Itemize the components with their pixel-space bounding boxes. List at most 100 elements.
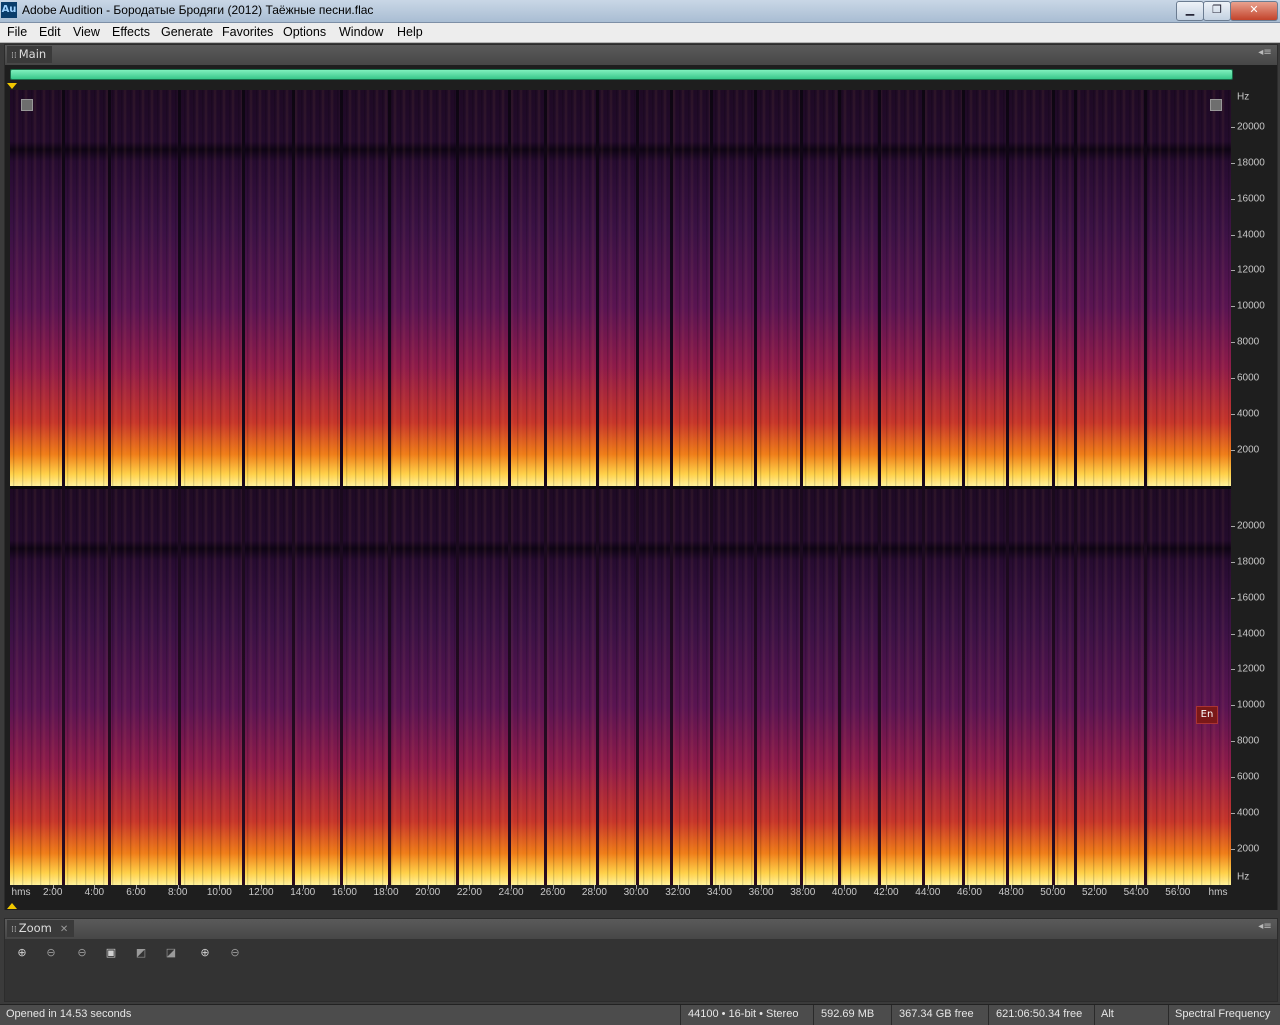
main-panel-header: ⁞⁞ Main ◂≡ — [4, 44, 1278, 66]
freq-label: 18000 — [1237, 157, 1265, 169]
track-gap — [1074, 90, 1077, 885]
zoom-to-selection-icon[interactable]: ▣ — [102, 945, 120, 961]
zoom-left-edge-icon[interactable]: ◩ — [132, 945, 150, 961]
status-separator — [1094, 1005, 1095, 1025]
track-gap — [1052, 90, 1055, 885]
freq-label: 8000 — [1237, 336, 1260, 348]
freq-tick — [1231, 126, 1235, 128]
freq-label: 12000 — [1237, 264, 1265, 276]
panel-menu-icon[interactable]: ◂≡ — [1257, 921, 1273, 935]
track-gap — [962, 90, 965, 885]
menu-favorites[interactable]: Favorites — [222, 25, 273, 39]
main-panel-tab[interactable]: ⁞⁞ Main — [7, 46, 53, 63]
freq-label: 2000 — [1237, 843, 1260, 855]
freq-tick — [1231, 306, 1235, 308]
track-gap — [754, 90, 757, 885]
status-message: Opened in 14.53 seconds — [6, 1008, 132, 1020]
freq-label: 6000 — [1237, 372, 1260, 384]
zoom-out-amplitude-icon[interactable]: ⊖ — [42, 945, 60, 961]
track-gap — [636, 90, 639, 885]
time-label: 52:00 — [1081, 887, 1107, 898]
playhead-bottom-icon[interactable] — [7, 903, 17, 909]
minimize-button[interactable]: ▁ — [1176, 1, 1204, 21]
freq-label: 16000 — [1237, 193, 1265, 205]
status-separator — [891, 1005, 892, 1025]
freq-tick — [1231, 813, 1235, 815]
time-label: 44:00 — [915, 887, 941, 898]
time-label: 38:00 — [790, 887, 816, 898]
time-label: 42:00 — [873, 887, 899, 898]
zoom-out-vertical-icon[interactable]: ⊖ — [226, 945, 244, 961]
track-gap — [292, 90, 295, 885]
track-gap — [456, 90, 459, 885]
time-label: 16:00 — [331, 887, 357, 898]
track-gap — [800, 90, 803, 885]
menu-generate[interactable]: Generate — [161, 25, 213, 39]
freq-label: 10000 — [1237, 699, 1265, 711]
channel-right-spectrum[interactable] — [10, 489, 1231, 885]
track-gap — [878, 90, 881, 885]
menu-options[interactable]: Options — [283, 25, 326, 39]
zoom-panel-tab[interactable]: ⁞⁞ Zoom ✕ — [7, 920, 75, 937]
status-separator — [680, 1005, 681, 1025]
frequency-ruler[interactable]: Hz Hz 20000 18000 16000 14000 12000 10000 8000 60… — [1231, 90, 1276, 885]
zoom-in-amplitude-icon[interactable]: ⊕ — [13, 945, 31, 961]
corner-marker-right-icon[interactable] — [1210, 99, 1222, 111]
freq-label: 8000 — [1237, 735, 1260, 747]
maximize-button[interactable]: ❐ — [1203, 1, 1231, 21]
track-gap — [508, 90, 511, 885]
freq-label: 16000 — [1237, 592, 1265, 604]
zoom-right-edge-icon[interactable]: ◪ — [162, 945, 180, 961]
time-label: 12:00 — [248, 887, 274, 898]
channel-left-spectrum[interactable] — [10, 90, 1231, 486]
freq-tick — [1231, 597, 1235, 599]
menu-view[interactable]: View — [73, 25, 100, 39]
zoom-out-full-icon[interactable]: ⊖ — [73, 945, 91, 961]
disk-free: 367.34 GB free — [899, 1008, 974, 1020]
corner-marker-left-icon[interactable] — [21, 99, 33, 111]
horizontal-scrollbar[interactable] — [10, 69, 1233, 80]
track-gap — [670, 90, 673, 885]
time-label: 6:00 — [126, 887, 146, 898]
time-label: 18:00 — [373, 887, 399, 898]
freq-tick — [1231, 777, 1235, 779]
freq-tick — [1231, 669, 1235, 671]
time-label: 32:00 — [665, 887, 691, 898]
freq-label: 12000 — [1237, 663, 1265, 675]
spectral-display[interactable] — [10, 90, 1231, 885]
title-bar: Au Adobe Audition - Бородатые Бродяги (2… — [0, 0, 1280, 23]
menu-file[interactable]: File — [7, 25, 27, 39]
grip-icon[interactable]: ⁞⁞ — [11, 51, 17, 61]
menu-window[interactable]: Window — [339, 25, 383, 39]
freq-label: 14000 — [1237, 229, 1265, 241]
track-gap — [922, 90, 925, 885]
freq-tick — [1231, 378, 1235, 380]
time-label: 20:00 — [415, 887, 441, 898]
time-unit-label: hms — [1208, 887, 1228, 898]
view-mode[interactable]: Spectral Frequency — [1175, 1008, 1270, 1020]
menu-edit[interactable]: Edit — [39, 25, 61, 39]
playhead-top-icon[interactable] — [7, 83, 17, 89]
panel-menu-icon[interactable]: ◂≡ — [1257, 47, 1273, 61]
freq-label: 14000 — [1237, 628, 1265, 640]
track-gap — [340, 90, 343, 885]
zoom-in-vertical-icon[interactable]: ⊕ — [196, 945, 214, 961]
track-gap — [1006, 90, 1009, 885]
key-state: Alt — [1101, 1008, 1114, 1020]
freq-label: 18000 — [1237, 556, 1265, 568]
status-separator — [988, 1005, 989, 1025]
time-label: 36:00 — [748, 887, 774, 898]
zoom-panel-header: ⁞⁞ Zoom ✕ ◂≡ — [4, 918, 1278, 940]
time-ruler[interactable]: hms hms 2:00 4:00 6:00 8:00 10:00 12:00 14:00 16:… — [10, 885, 1231, 903]
menu-help[interactable]: Help — [397, 25, 423, 39]
freq-label: 2000 — [1237, 444, 1260, 456]
close-panel-icon[interactable]: ✕ — [60, 924, 68, 935]
close-button[interactable]: ✕ — [1230, 1, 1278, 21]
status-bar: Opened in 14.53 seconds 44100 • 16-bit •… — [0, 1004, 1280, 1025]
freq-tick — [1231, 741, 1235, 743]
app-icon: Au — [1, 2, 17, 18]
menu-effects[interactable]: Effects — [112, 25, 150, 39]
grip-icon[interactable]: ⁞⁞ — [11, 925, 17, 935]
time-label: 46:00 — [956, 887, 982, 898]
time-label: 40:00 — [831, 887, 857, 898]
